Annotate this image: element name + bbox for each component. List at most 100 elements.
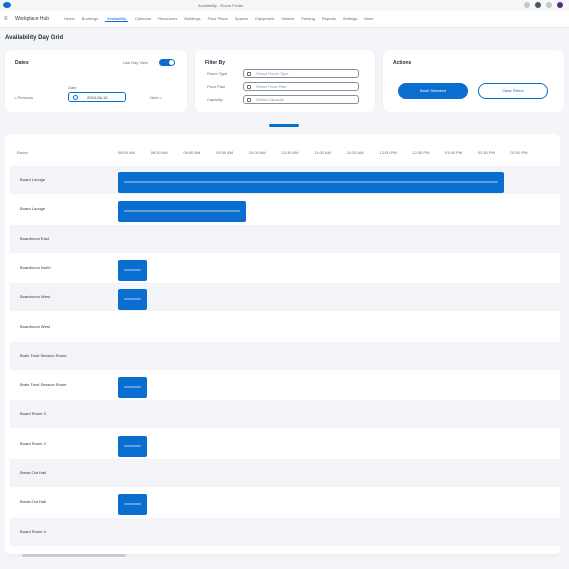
time-tick: 02:00 PM (510, 150, 528, 155)
booking-block[interactable] (118, 172, 504, 193)
field-room-type: Room Type Select Room Type (207, 69, 359, 78)
room-column-header: Room (17, 150, 28, 155)
room-name: Break Out Hall (20, 470, 47, 475)
room-name: Boardroom West (20, 294, 50, 300)
grid-row[interactable]: Board Room 4 (10, 517, 560, 546)
room-name: Board Room 4 (20, 528, 46, 534)
room-name: Boardroom East (20, 235, 49, 241)
tab-floor-plans[interactable]: Floor Plans (208, 16, 228, 22)
date-card-title: Dates (15, 60, 29, 66)
field-placeholder: Select Floor Plan (256, 84, 287, 89)
date-picker-input[interactable]: 2024-06-12 (68, 92, 126, 102)
grid-row[interactable]: Break Out Hall (10, 488, 560, 516)
field-label: Capacity (207, 97, 223, 102)
tab-spaces[interactable]: Spaces (235, 16, 248, 22)
field-placeholder: Select Room Type (256, 71, 289, 76)
grid-row[interactable]: Boardroom North (10, 254, 560, 282)
search-icon (247, 72, 251, 76)
time-tick: 09:30 AM (216, 150, 233, 155)
actions-card: Actions (383, 50, 564, 112)
time-tick: 12:30 PM (412, 150, 430, 155)
grid-row[interactable]: Board Room 3 (10, 430, 560, 458)
nav-tabs: Home Bookings Availability Calendar Resource… (64, 16, 373, 22)
tab-equipment[interactable]: Equipment (255, 16, 274, 22)
tab-parking[interactable]: Parking (301, 16, 315, 22)
previous-day-button[interactable]: < Previous (14, 95, 33, 100)
grid-row[interactable]: Board Room 3 (10, 400, 560, 429)
room-name: Brain Trust Session Room (20, 352, 67, 358)
tab-home[interactable]: Home (64, 16, 75, 22)
booking-block[interactable] (118, 435, 148, 457)
field-capacity: Capacity Select Capacity (207, 95, 359, 104)
app-title[interactable]: Workplace Hub (15, 16, 49, 22)
next-day-button[interactable]: Next > (150, 95, 162, 100)
grid-row[interactable]: Brain Trust Session Room (10, 371, 560, 399)
grid-row[interactable]: Board Lounge (10, 166, 560, 194)
search-icon (247, 98, 251, 102)
search-icon[interactable] (524, 2, 530, 8)
tab-availability[interactable]: Availability (105, 16, 128, 22)
tab-resources[interactable]: Resources (158, 16, 177, 22)
grid-header: Room 08:00 AM 08:30 AM 09:00 AM 09:30 AM 10:… (5, 142, 560, 162)
book-selected-button[interactable]: Book Selected (398, 83, 468, 99)
tab-calendar[interactable]: Calendar (135, 16, 151, 22)
field-label: Floor Plan (207, 84, 226, 89)
address-bar[interactable]: Availability - Room Finder (198, 2, 278, 9)
tab-bookings[interactable]: Bookings (82, 16, 98, 22)
field-floor-plan: Floor Plan Select Floor Plan (207, 82, 359, 91)
room-name: Boardroom North (20, 264, 51, 270)
booking-block[interactable] (118, 289, 148, 311)
time-tick: 11:00 AM (314, 150, 331, 155)
time-tick: 11:30 AM (346, 150, 364, 155)
tab-reports[interactable]: Reports (322, 16, 336, 22)
filter-card-title: Filter By (205, 60, 226, 66)
date-value: 2024-06-12 (87, 95, 108, 100)
grid-row[interactable]: Break Out Hall (10, 459, 560, 487)
avatar[interactable] (557, 2, 563, 8)
time-tick: 01:30 PM (477, 150, 495, 155)
field-placeholder: Select Capacity (256, 97, 284, 102)
tab-buildings[interactable]: Buildings (184, 16, 200, 22)
calendar-icon[interactable] (73, 95, 78, 100)
booking-block[interactable] (118, 259, 148, 281)
horizontal-scrollbar[interactable] (22, 554, 126, 557)
day-view-toggle[interactable] (159, 59, 175, 66)
date-label: Date (68, 85, 77, 90)
app-logo-icon[interactable] (3, 2, 11, 8)
booking-block[interactable] (118, 377, 148, 399)
tab-more[interactable]: More (364, 16, 373, 22)
tab-visitors[interactable]: Visitors (281, 16, 294, 22)
collapse-header-handle[interactable] (269, 124, 299, 127)
settings-icon[interactable] (546, 2, 552, 8)
grid-row[interactable]: Brain Trust Session Room (10, 341, 560, 370)
time-tick: 01:00 PM (445, 150, 463, 155)
clear-filters-button[interactable]: Clear Filters (478, 83, 548, 99)
time-tick: 08:30 AM (150, 150, 168, 155)
shell-bar: ≡ Workplace Hub Home Bookings Availability… (0, 11, 569, 28)
floor-plan-select[interactable]: Select Floor Plan (243, 82, 359, 91)
search-icon (247, 85, 251, 89)
grid-row[interactable]: Board Lounge (10, 195, 560, 223)
room-type-select[interactable]: Select Room Type (243, 69, 359, 78)
room-name: Break Out Hall (20, 499, 47, 505)
room-name: Brain Trust Session Room (20, 382, 67, 388)
time-tick: 10:00 AM (248, 150, 266, 155)
grid-row[interactable]: Boardroom East (10, 224, 560, 253)
actions-card-title: Actions (393, 60, 412, 66)
booking-block[interactable] (118, 201, 246, 223)
room-name: Boardroom West (20, 323, 50, 329)
grid-row[interactable]: Boardroom West (10, 313, 560, 341)
page-title: Availability Day Grid (5, 35, 64, 41)
time-tick: 10:30 AM (281, 150, 299, 155)
hamburger-menu-icon[interactable]: ≡ (4, 16, 10, 22)
notifications-icon[interactable] (535, 2, 541, 8)
tab-settings[interactable]: Settings (343, 16, 357, 22)
booking-block[interactable] (118, 494, 148, 516)
room-name: Board Room 3 (20, 440, 46, 446)
day-view-toggle-label: Use Day View (123, 60, 149, 65)
availability-grid: Room 08:00 AM 08:30 AM 09:00 AM 09:30 AM 10:… (5, 134, 560, 554)
time-tick: 08:00 AM (118, 150, 135, 155)
room-name: Board Lounge (20, 177, 46, 182)
capacity-select[interactable]: Select Capacity (243, 95, 359, 104)
grid-row[interactable]: Boardroom West (10, 283, 560, 312)
